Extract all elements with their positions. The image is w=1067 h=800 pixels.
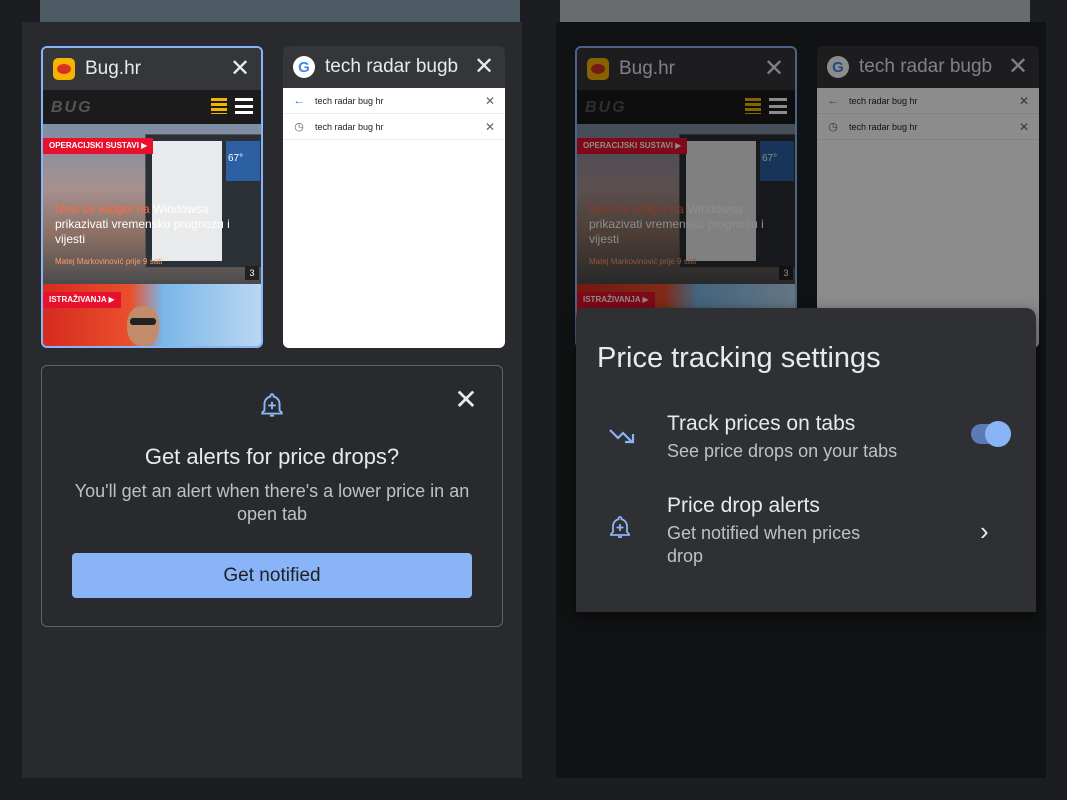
google-favicon-icon: G: [293, 56, 315, 78]
comment-count: 3: [779, 266, 793, 280]
tab-title: Bug.hr: [619, 58, 675, 79]
list-icon: [211, 98, 227, 114]
suggestion-text: tech radar bug hr: [315, 121, 384, 132]
menu-icon: [235, 98, 253, 114]
weather-widget: 67°: [226, 141, 260, 181]
sheet-title: Price tracking settings: [597, 342, 881, 374]
site-logo: BUG: [585, 99, 627, 116]
list-item: ◷ tech radar bug hr ✕: [283, 114, 505, 140]
close-icon: ✕: [484, 93, 495, 108]
headline-highlight: Novi će widget na: [589, 202, 684, 216]
tab-switcher-panel: Bug.hr ✕ BUG 67° OPERACIJSKI SUSTAVI ▶ N…: [22, 22, 522, 778]
bug-hr-favicon-icon: [53, 58, 75, 80]
close-icon: ✕: [1007, 53, 1029, 80]
article-headline: Novi će widget na Windowsa prikazivati v…: [55, 202, 235, 247]
hero-article: 67° OPERACIJSKI SUSTAVI ▶ Novi će widget…: [577, 124, 795, 284]
price-drop-promo-card: ✕ Get alerts for price drops? You'll get…: [41, 365, 503, 627]
hero-article: 67° OPERACIJSKI SUSTAVI ▶ Novi će widget…: [43, 124, 261, 284]
tab-thumbnail: BUG 67° OPERACIJSKI SUSTAVI ▶ Novi će wi…: [43, 90, 261, 346]
category-tag: OPERACIJSKI SUSTAVI ▶: [577, 138, 688, 154]
bell-plus-icon: [261, 393, 283, 417]
list-item: ◷ tech radar bug hr ✕: [817, 114, 1039, 140]
back-arrow-icon: ←: [293, 94, 305, 107]
tab-header: Bug.hr ✕: [43, 48, 261, 90]
history-icon: ◷: [294, 121, 304, 133]
article-screenshot: 67°: [145, 134, 261, 268]
category-tag: OPERACIJSKI SUSTAVI ▶: [43, 138, 154, 154]
backdrop-band: [560, 0, 1030, 22]
tab-header: Bug.hr ✕: [577, 48, 795, 90]
tab-header: G tech radar bugb ✕: [283, 46, 505, 88]
site-header: BUG: [577, 90, 795, 124]
suggestion-text: tech radar bug hr: [849, 95, 918, 106]
category-tag: ISTRAŽIVANJA ▶: [43, 292, 121, 308]
tab-thumbnail: ← tech radar bug hr ✕ ◷ tech radar bug h…: [283, 88, 505, 348]
site-logo: BUG: [51, 99, 93, 116]
close-icon[interactable]: ✕: [229, 57, 251, 81]
row-subtitle: See price drops on your tabs: [667, 441, 898, 461]
bell-plus-icon: [610, 516, 630, 538]
close-icon: ✕: [763, 55, 785, 82]
list-icon: [745, 98, 761, 114]
close-icon: ✕: [1018, 119, 1029, 134]
back-arrow-icon: ←: [827, 94, 839, 107]
promo-title: Get alerts for price drops?: [144, 444, 400, 469]
person-photo: [127, 306, 159, 346]
row-title: Price drop alerts: [667, 494, 820, 517]
get-notified-button[interactable]: Get notified: [72, 553, 472, 598]
row-title: Track prices on tabs: [667, 412, 856, 435]
tab-title: tech radar bugb: [325, 56, 459, 77]
site-header: BUG: [43, 90, 261, 124]
list-item: ← tech radar bug hr ✕: [283, 88, 505, 114]
tab-title: tech radar bugb: [859, 56, 993, 77]
track-prices-toggle[interactable]: [971, 421, 1011, 447]
category-tag: ISTRAŽIVANJA ▶: [577, 292, 655, 308]
row-subtitle: Get notified when prices drop: [667, 523, 861, 566]
close-icon[interactable]: ✕: [473, 55, 495, 79]
article-author: Matej Markovinović prije 9 sati: [55, 257, 163, 266]
tab-title: Bug.hr: [85, 58, 141, 79]
headline-highlight: Novi će widget na: [55, 202, 150, 216]
article-headline: Novi će widget na Windowsa prikazivati v…: [589, 202, 769, 247]
suggestion-text: tech radar bug hr: [849, 121, 918, 132]
chevron-right-icon[interactable]: ›: [980, 516, 989, 547]
tab-card-bug-hr: Bug.hr ✕ BUG 67° OPERACIJSKI SUSTAVI ▶ N…: [575, 46, 797, 348]
bug-hr-favicon-icon: [587, 58, 609, 80]
google-favicon-icon: G: [827, 56, 849, 78]
close-icon[interactable]: ✕: [454, 386, 478, 414]
close-icon: ✕: [1018, 93, 1029, 108]
price-tracking-settings-sheet: Price tracking settings Track prices on …: [576, 308, 1036, 612]
list-item: ← tech radar bug hr ✕: [817, 88, 1039, 114]
tab-card-bug-hr[interactable]: Bug.hr ✕ BUG 67° OPERACIJSKI SUSTAVI ▶ N…: [41, 46, 263, 348]
suggestion-text: tech radar bug hr: [315, 95, 384, 106]
close-icon: ✕: [484, 119, 495, 134]
tab-card-google[interactable]: G tech radar bugb ✕ ← tech radar bug hr …: [283, 46, 505, 348]
history-icon: ◷: [828, 121, 838, 133]
backdrop-band: [40, 0, 520, 22]
comment-count: 3: [245, 266, 259, 280]
article-screenshot: 67°: [679, 134, 795, 268]
tab-header: G tech radar bugb ✕: [817, 46, 1039, 88]
article-author: Matej Markovinović prije 9 sati: [589, 257, 697, 266]
promo-description: You'll get an alert when there's a lower…: [74, 481, 470, 524]
tab-card-google: G tech radar bugb ✕ ← tech radar bug hr …: [817, 46, 1039, 348]
trending-down-icon: [609, 429, 635, 444]
article-photo: ISTRAŽIVANJA ▶: [43, 284, 261, 346]
menu-icon: [769, 98, 787, 114]
weather-widget: 67°: [760, 141, 794, 181]
